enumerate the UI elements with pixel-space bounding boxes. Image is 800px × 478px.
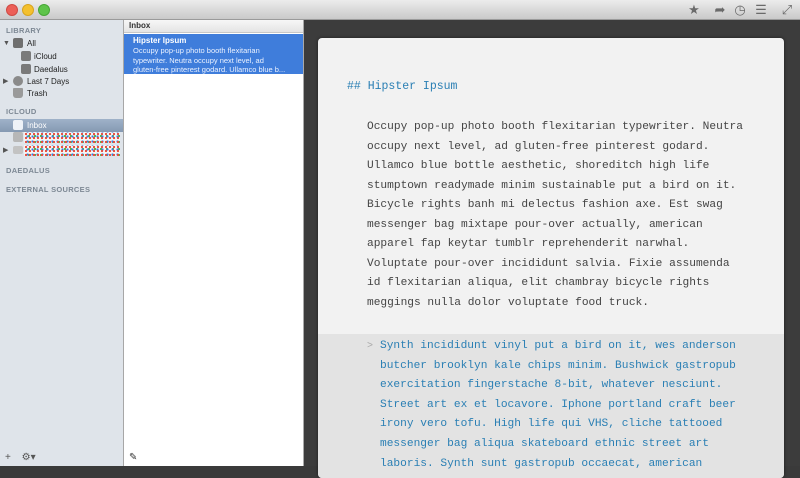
sidebar-item-label: All [27, 39, 36, 48]
book-icon [13, 38, 23, 48]
section-daedalus: DAEDALUS [6, 166, 51, 175]
sidebar-item-icloud[interactable]: iCloud [0, 50, 123, 63]
sidebar-item-folder[interactable]: ▶ [0, 144, 123, 157]
sidebar: LIBRARY ▼ All iCloud Daedalus ▶ Last 7 D… [0, 20, 124, 466]
book-icon [21, 51, 31, 61]
fullscreen-icon[interactable]: ⤢ [778, 2, 796, 18]
clock-icon[interactable]: ◷ [731, 2, 749, 18]
section-icloud: ICLOUD [6, 107, 37, 116]
sidebar-bottom-bar: + ⚙▾ [5, 452, 36, 463]
disclosure-open-icon[interactable]: ▼ [3, 37, 10, 50]
clock-icon [13, 76, 23, 86]
folder-icon [13, 146, 23, 154]
book-icon [21, 64, 31, 74]
section-external-sources: EXTERNAL SOURCES [6, 185, 91, 194]
close-window-button[interactable] [6, 4, 18, 16]
note-list: Inbox Hipster Ipsum Occupy pop-up photo … [124, 20, 304, 466]
blockquote: > Synth incididunt vinyl put a bird on i… [318, 334, 784, 478]
share-icon[interactable]: ➦ [711, 2, 729, 18]
note-preview-line: Occupy pop-up photo booth flexitarian [133, 46, 260, 55]
editor-paper[interactable]: ## Hipster Ipsum Occupy pop-up photo boo… [318, 38, 784, 478]
note-preview-line: typewriter. Neutra occupy next level, ad [133, 55, 264, 65]
note-title: Hipster Ipsum [133, 36, 187, 45]
list-item[interactable]: Hipster Ipsum Occupy pop-up photo booth … [124, 34, 303, 74]
gear-icon[interactable]: ⚙▾ [22, 452, 36, 463]
new-note-icon[interactable]: ✎ [129, 452, 137, 463]
sidebar-item-documents[interactable] [0, 131, 123, 144]
list-view-icon[interactable]: ☰ [752, 2, 770, 18]
sidebar-item-trash[interactable]: Trash [0, 87, 123, 100]
sidebar-item-label: Trash [27, 89, 48, 98]
window-titlebar: ★ ➦ ◷ ☰ ⤢ [0, 0, 800, 20]
blockquote-text[interactable]: Synth incididunt vinyl put a bird on it,… [380, 337, 736, 474]
disclosure-closed-icon[interactable]: ▶ [3, 144, 8, 157]
note-preview-line: gluten-free pinterest godard. Ullamco bl… [133, 65, 286, 75]
colorful-thumbnail [24, 132, 120, 143]
sidebar-item-label: iCloud [34, 52, 57, 61]
add-button[interactable]: + [5, 452, 11, 463]
documents-icon [13, 132, 23, 142]
note-list-header: Inbox [124, 20, 303, 33]
minimize-window-button[interactable] [22, 4, 34, 16]
section-library: LIBRARY [6, 26, 42, 35]
inbox-icon [13, 120, 23, 130]
colorful-thumbnail [24, 145, 120, 156]
star-icon[interactable]: ★ [685, 2, 703, 18]
sidebar-item-all[interactable]: ▼ All [0, 37, 123, 50]
markdown-heading[interactable]: ## Hipster Ipsum [347, 80, 457, 93]
blockquote-marker: > [367, 341, 374, 352]
zoom-window-button[interactable] [38, 4, 50, 16]
trash-icon [13, 88, 23, 98]
paragraph-text[interactable]: Occupy pop-up photo booth flexitarian ty… [367, 118, 767, 313]
